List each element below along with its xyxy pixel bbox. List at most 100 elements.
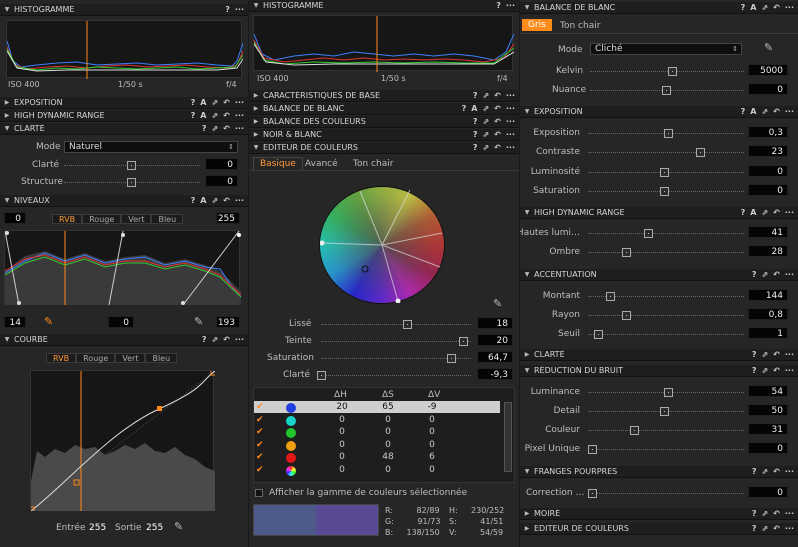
exposition-header[interactable]: ▶ EXPOSITION? A ⇗ ↶ ···	[0, 97, 248, 109]
help-icon[interactable]: ?	[202, 124, 207, 133]
reset-icon[interactable]: ↶	[223, 124, 230, 133]
curve-graph[interactable]	[28, 369, 217, 513]
tab-vert[interactable]: Vert	[115, 353, 146, 363]
clarte-value[interactable]: 0	[205, 158, 238, 170]
more-icon[interactable]: ···	[235, 5, 244, 14]
tab-ton-chair[interactable]: Ton chair	[560, 21, 600, 31]
clarte-slider[interactable]	[317, 371, 471, 380]
reset-icon[interactable]: ↶	[773, 270, 780, 279]
more-icon[interactable]: ···	[506, 104, 515, 113]
help-icon[interactable]: ?	[741, 3, 746, 12]
slider-knob[interactable]	[459, 337, 468, 346]
slider-value[interactable]: 0	[748, 183, 788, 196]
reset-icon[interactable]: ↶	[773, 350, 780, 359]
kelvin-value[interactable]: 5000	[748, 64, 788, 76]
levels-output-high[interactable]: 193	[216, 316, 240, 328]
saturation-value[interactable]: 64,7	[477, 351, 513, 363]
table-row[interactable]: ✔ 20 65 -9	[254, 402, 500, 414]
reset-icon[interactable]: ↶	[223, 335, 230, 344]
auto-icon[interactable]: A	[200, 98, 206, 107]
tab-gris[interactable]: Gris	[522, 19, 552, 31]
caracteristiques-header[interactable]: ▶ CARACTÉRISTIQUES DE BASE? ⇗ ↶ ···	[249, 90, 519, 102]
help-icon[interactable]: ?	[741, 107, 746, 116]
help-icon[interactable]: ?	[191, 98, 196, 107]
reset-icon[interactable]: ↶	[773, 107, 780, 116]
help-icon[interactable]: ?	[473, 117, 478, 126]
reset-icon[interactable]: ↶	[494, 104, 501, 113]
tab-ton-chair[interactable]: Ton chair	[353, 159, 393, 169]
slider-knob[interactable]	[668, 67, 677, 76]
tab-vert[interactable]: Vert	[121, 214, 152, 224]
copy-icon[interactable]: ⇗	[482, 143, 489, 152]
tab-basique[interactable]: Basique	[253, 157, 303, 170]
help-icon[interactable]: ?	[202, 335, 207, 344]
levels-output-low[interactable]: 14	[4, 316, 26, 328]
auto-icon[interactable]: A	[750, 3, 756, 12]
more-icon[interactable]: ···	[235, 111, 244, 120]
copy-icon[interactable]: ⇗	[211, 98, 218, 107]
noir-blanc-header[interactable]: ▶ NOIR & BLANC? ⇗ ↶ ···	[249, 129, 519, 141]
copy-icon[interactable]: ⇗	[211, 335, 218, 344]
slider-knob[interactable]	[644, 229, 653, 238]
tab-rvb[interactable]: RVB	[46, 353, 77, 363]
slider-knob[interactable]	[588, 489, 597, 498]
mode-select[interactable]: Naturel ⇕	[64, 141, 238, 153]
copy-icon[interactable]: ⇗	[761, 350, 768, 359]
auto-icon[interactable]: A	[200, 111, 206, 120]
help-icon[interactable]: ?	[473, 91, 478, 100]
moire-header[interactable]: ▶ MOIRÉ? ⇗ ↶ ···	[520, 508, 798, 520]
more-icon[interactable]: ···	[235, 98, 244, 107]
slider-knob[interactable]	[127, 161, 136, 170]
copy-icon[interactable]: ⇗	[211, 124, 218, 133]
reset-icon[interactable]: ↶	[494, 143, 501, 152]
slider-track[interactable]	[588, 426, 744, 435]
help-icon[interactable]: ?	[473, 143, 478, 152]
help-icon[interactable]: ?	[752, 524, 757, 533]
eyedropper-icon[interactable]: ✎	[493, 297, 502, 310]
copy-icon[interactable]: ⇗	[761, 524, 768, 533]
balance-blanc-header[interactable]: ▶ BALANCE DE BLANC? A ⇗ ↶ ···	[249, 103, 519, 115]
reset-icon[interactable]: ↶	[773, 467, 780, 476]
more-icon[interactable]: ···	[785, 467, 794, 476]
slider-track[interactable]	[588, 167, 744, 177]
more-icon[interactable]: ···	[785, 107, 794, 116]
copy-icon[interactable]: ⇗	[761, 3, 768, 12]
nuance-slider[interactable]	[590, 86, 744, 95]
help-icon[interactable]: ?	[752, 270, 757, 279]
slider-knob[interactable]	[127, 178, 136, 187]
copy-icon[interactable]: ⇗	[761, 208, 768, 217]
help-icon[interactable]: ?	[473, 130, 478, 139]
reset-icon[interactable]: ↶	[223, 196, 230, 205]
row-checkbox[interactable]: ✔	[256, 403, 265, 412]
levels-graph[interactable]	[4, 230, 242, 306]
kelvin-slider[interactable]	[590, 67, 744, 76]
row-checkbox[interactable]: ✔	[256, 428, 265, 437]
tab-bleu[interactable]: Bleu	[145, 353, 178, 363]
eyedropper-icon[interactable]: ✎	[764, 41, 773, 54]
slider-track[interactable]	[588, 248, 744, 257]
slider-value[interactable]: 0,3	[748, 126, 788, 138]
copy-icon[interactable]: ⇗	[482, 117, 489, 126]
balance-couleurs-header[interactable]: ▶ BALANCE DES COULEURS? ⇗ ↶ ···	[249, 116, 519, 128]
table-row[interactable]: ✔ 0 0 0	[254, 440, 500, 452]
slider-knob[interactable]	[622, 311, 631, 320]
levels-input-low[interactable]: 0	[4, 212, 26, 224]
help-icon[interactable]: ?	[191, 196, 196, 205]
reset-icon[interactable]: ↶	[773, 3, 780, 12]
reset-icon[interactable]: ↶	[494, 91, 501, 100]
more-icon[interactable]: ···	[785, 3, 794, 12]
more-icon[interactable]: ···	[785, 350, 794, 359]
tab-avance[interactable]: Avancé	[305, 159, 338, 169]
slider-knob[interactable]	[594, 330, 603, 339]
slider-track[interactable]	[588, 229, 744, 238]
slider-track[interactable]	[588, 129, 744, 138]
row-checkbox[interactable]: ✔	[256, 440, 265, 450]
slider-value[interactable]: 28	[748, 245, 788, 257]
help-icon[interactable]: ?	[752, 350, 757, 359]
copy-icon[interactable]: ⇗	[482, 91, 489, 100]
reset-icon[interactable]: ↶	[223, 98, 230, 107]
slider-track[interactable]	[588, 445, 744, 454]
slider-knob[interactable]	[447, 354, 456, 363]
slider-value[interactable]: 41	[748, 226, 788, 238]
slider-value[interactable]: 0	[748, 164, 788, 177]
